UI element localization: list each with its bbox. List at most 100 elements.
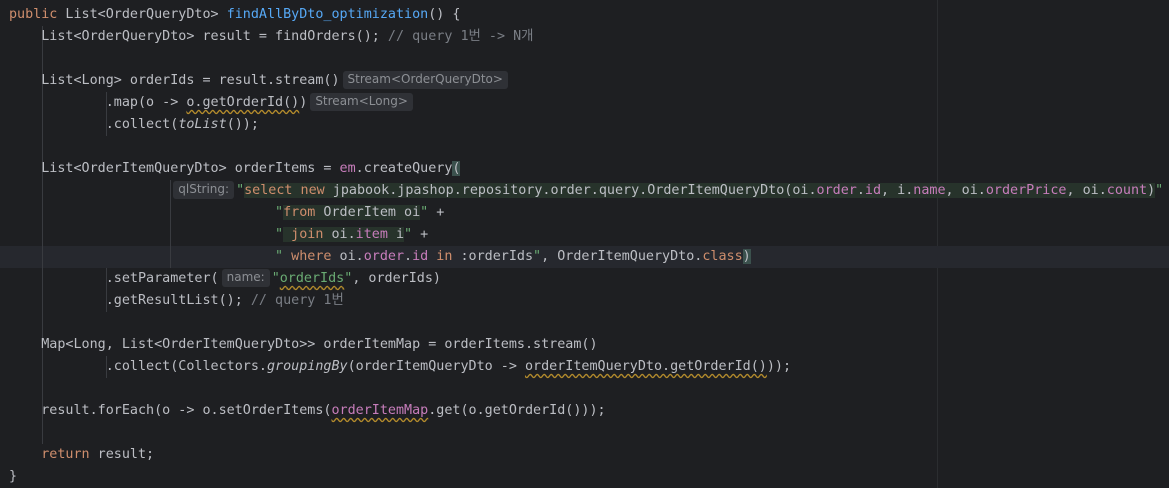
code-token: " [404, 227, 413, 242]
code-token: OrderItem oi [315, 205, 421, 220]
code-token: item [355, 227, 388, 242]
code-token: orderPrice [985, 183, 1067, 198]
code-token: " [275, 227, 284, 242]
indent-guide [42, 136, 43, 158]
code-token: groupingBy [266, 359, 348, 374]
code-text: " where oi.order.id in :orderIds", Order… [9, 246, 751, 268]
code-token: em [339, 161, 356, 176]
code-token: id [412, 249, 429, 264]
code-line[interactable]: List<OrderQueryDto> result = findOrders(… [0, 26, 1169, 48]
code-line[interactable]: .collect(toList()); [0, 114, 1169, 136]
code-token: " [236, 183, 245, 198]
inlay-hint: Stream<OrderQueryDto> [342, 71, 508, 89]
code-token: + [1163, 183, 1169, 198]
code-text: return result; [9, 444, 154, 466]
code-token: result; [89, 447, 155, 462]
code-token: toList [178, 117, 227, 132]
code-token: ) [1147, 183, 1156, 198]
code-token: ()); [226, 117, 259, 132]
code-token: + [428, 205, 445, 220]
code-line[interactable]: Map<Long, List<OrderItemQueryDto>> order… [0, 334, 1169, 356]
code-text: public List<OrderQueryDto> findAllByDto_… [9, 4, 460, 26]
indent-guide [42, 48, 43, 70]
code-token: (orderItemQueryDto -> [347, 359, 525, 374]
code-token: result.forEach(o -> o.setOrderItems( [9, 403, 332, 418]
code-line[interactable] [0, 48, 1169, 70]
code-text: .map(o -> o.getOrderId()) Stream<Long> [9, 92, 415, 114]
code-token: " [533, 249, 542, 264]
code-token: order [816, 183, 857, 198]
code-token: .setParameter( [9, 271, 219, 286]
code-token: )); [766, 359, 792, 374]
code-token: " [275, 249, 284, 264]
code-editor[interactable]: public List<OrderQueryDto> findAllByDto_… [0, 0, 1169, 488]
code-line[interactable]: .setParameter(name: "orderIds", orderIds) [0, 268, 1169, 290]
code-token: " [1155, 183, 1164, 198]
code-line[interactable]: " where oi.order.id in :orderIds", Order… [0, 246, 1169, 268]
code-token: List<OrderQueryDto> result = findOrders(… [9, 29, 388, 44]
indent-guide [42, 422, 43, 444]
code-line[interactable]: " join oi.item i" + [0, 224, 1169, 246]
code-token: oi. [331, 249, 364, 264]
code-token: :orderIds [452, 249, 534, 264]
code-line[interactable]: .collect(Collectors.groupingBy(orderItem… [0, 356, 1169, 378]
code-token: public [9, 7, 58, 22]
code-token: order [363, 249, 405, 264]
code-token: from [283, 205, 316, 220]
code-line[interactable]: return result; [0, 444, 1169, 466]
code-line[interactable] [0, 136, 1169, 158]
code-token: . [856, 183, 865, 198]
code-token: .collect(Collectors. [9, 359, 267, 374]
code-token: // query 1번 -> N개 [387, 29, 534, 44]
code-line[interactable]: List<Long> orderIds = result.stream() Str… [0, 70, 1169, 92]
code-text: "from OrderItem oi" + [9, 202, 444, 224]
code-text: Map<Long, List<OrderItemQueryDto>> order… [9, 334, 597, 356]
code-token: count [1106, 183, 1148, 198]
code-token: select new [244, 183, 325, 198]
code-token: in [428, 249, 453, 264]
code-token: .get(o.getOrderId())); [428, 403, 606, 418]
code-token: .map(o -> [9, 95, 187, 110]
code-line[interactable] [0, 422, 1169, 444]
code-line[interactable]: qlString: "select new jpabook.jpashop.rep… [0, 180, 1169, 202]
code-token: ( [452, 161, 461, 176]
code-token: jpabook.jpashop.repository.order.query.O… [324, 183, 817, 198]
code-token: . [404, 249, 413, 264]
code-token: orderItemMap [331, 403, 429, 418]
code-token: " [275, 205, 284, 220]
code-line[interactable]: .map(o -> o.getOrderId()) Stream<Long> [0, 92, 1169, 114]
code-token: .getResultList(); [9, 293, 251, 308]
code-token: where [283, 249, 332, 264]
inlay-hint: Stream<Long> [310, 93, 413, 111]
code-token: join [283, 227, 324, 242]
code-line[interactable] [0, 378, 1169, 400]
code-token: return [41, 447, 90, 462]
inlay-hint: name: [221, 269, 270, 287]
code-text: .getResultList(); // query 1번 [9, 290, 344, 312]
code-token: , oi. [1066, 183, 1107, 198]
code-line[interactable]: .getResultList(); // query 1번 [0, 290, 1169, 312]
code-line[interactable]: result.forEach(o -> o.setOrderItems(orde… [0, 400, 1169, 422]
code-token: } [9, 469, 18, 484]
code-line[interactable] [0, 312, 1169, 334]
code-line[interactable]: List<OrderItemQueryDto> orderItems = em.… [0, 158, 1169, 180]
code-text: result.forEach(o -> o.setOrderItems(orde… [9, 400, 606, 422]
code-line[interactable]: } [0, 466, 1169, 488]
code-line[interactable]: "from OrderItem oi" + [0, 202, 1169, 224]
code-token: , oi. [945, 183, 986, 198]
code-token: // query 1번 [250, 293, 344, 308]
code-token: ) [299, 95, 308, 110]
code-text: .collect(toList()); [9, 114, 259, 136]
code-token: class [702, 249, 743, 264]
code-text: .setParameter(name: "orderIds", orderIds) [9, 268, 441, 290]
code-token: .collect( [9, 117, 179, 132]
code-line[interactable]: public List<OrderQueryDto> findAllByDto_… [0, 4, 1169, 26]
code-token: List<OrderItemQueryDto> orderItems = [9, 161, 340, 176]
code-token: .createQuery [355, 161, 453, 176]
code-token: , orderIds) [352, 271, 441, 286]
